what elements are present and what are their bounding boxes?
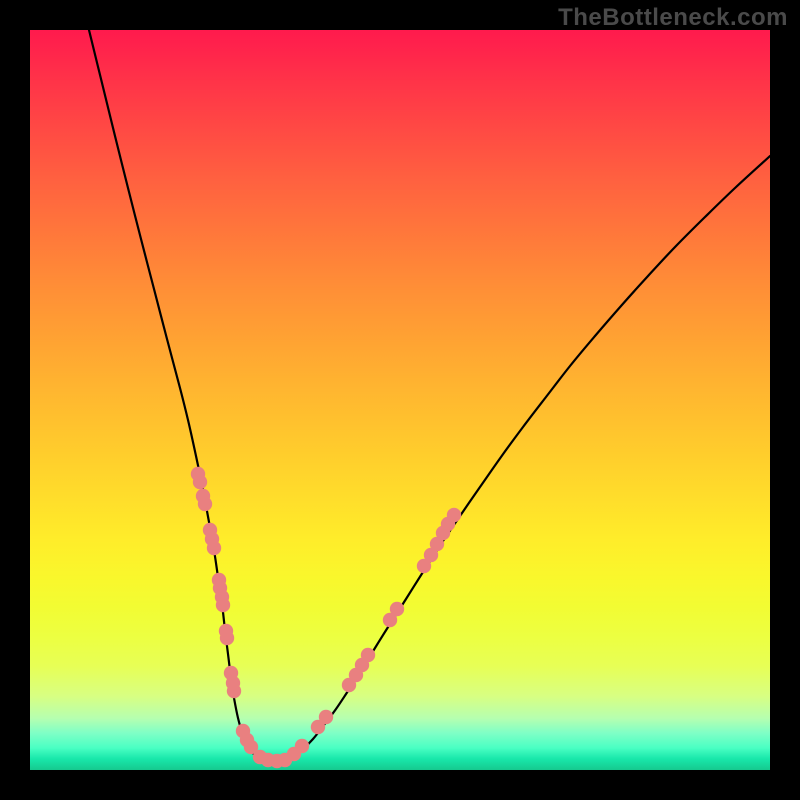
data-marker	[295, 739, 309, 753]
data-marker	[227, 684, 241, 698]
data-marker	[207, 541, 221, 555]
data-marker	[361, 648, 375, 662]
data-marker	[390, 602, 404, 616]
data-marker	[216, 598, 230, 612]
chart-frame: TheBottleneck.com	[0, 0, 800, 800]
data-marker	[220, 631, 234, 645]
marker-group	[191, 467, 461, 768]
data-marker	[447, 508, 461, 522]
data-marker	[319, 710, 333, 724]
plot-area	[30, 30, 770, 770]
data-marker	[193, 475, 207, 489]
curve-svg	[30, 30, 770, 770]
data-marker	[198, 497, 212, 511]
bottleneck-curve	[89, 30, 770, 763]
watermark-label: TheBottleneck.com	[558, 4, 788, 32]
